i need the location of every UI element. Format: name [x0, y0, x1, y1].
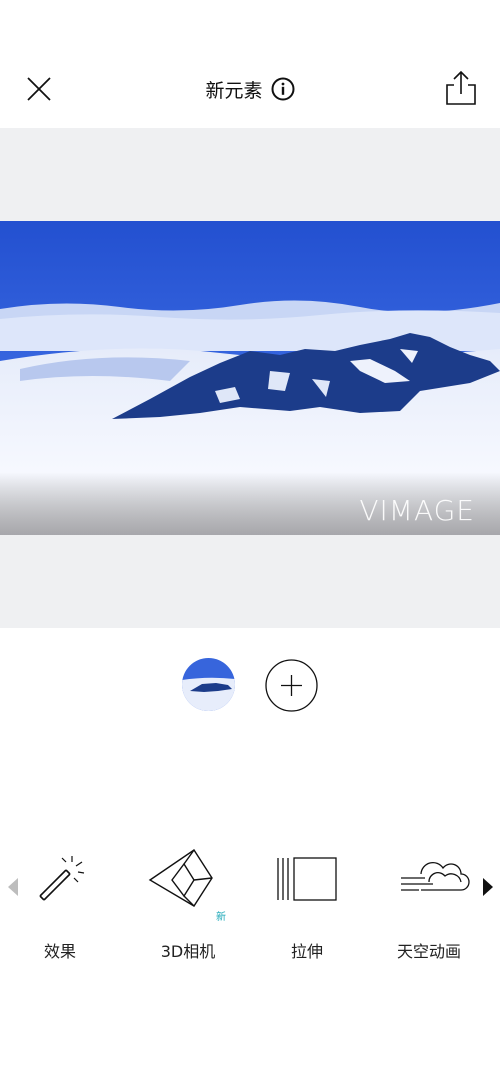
tool-sky-animation[interactable]: 天空动画 — [375, 840, 495, 970]
tool-stretch[interactable]: 拉伸 — [247, 840, 367, 970]
preview-image[interactable]: VIMAGE — [0, 221, 500, 535]
add-layer-button[interactable] — [265, 659, 318, 712]
tool-label: 3D相机 — [160, 942, 216, 961]
tool-label: 天空动画 — [396, 942, 461, 961]
magic-wand-icon — [39, 856, 85, 901]
stretch-icon — [277, 857, 337, 901]
share-icon — [446, 70, 476, 105]
page-title: 新元素 — [205, 79, 263, 102]
sky-cloud-icon — [401, 861, 470, 891]
tool-label: 效果 — [43, 942, 76, 961]
new-badge: 新 — [216, 912, 226, 923]
layer-thumbnail-image — [182, 658, 235, 711]
tool-effects[interactable]: 效果 — [0, 840, 120, 970]
chevron-right-icon — [483, 878, 493, 896]
tool-label: 拉伸 — [290, 942, 323, 961]
plus-icon — [265, 659, 318, 712]
info-icon[interactable] — [271, 77, 295, 101]
watermark: VIMAGE — [359, 494, 475, 527]
scroll-right-button[interactable] — [482, 877, 494, 897]
tool-3d-camera[interactable]: 新 3D相机 — [128, 840, 248, 970]
top-bar: 新元素 — [0, 0, 500, 128]
landscape-image — [0, 221, 500, 535]
3d-camera-icon — [148, 849, 213, 907]
title-area: 新元素 — [0, 74, 500, 104]
share-button[interactable] — [442, 68, 480, 108]
layer-thumbnail[interactable] — [182, 658, 235, 711]
